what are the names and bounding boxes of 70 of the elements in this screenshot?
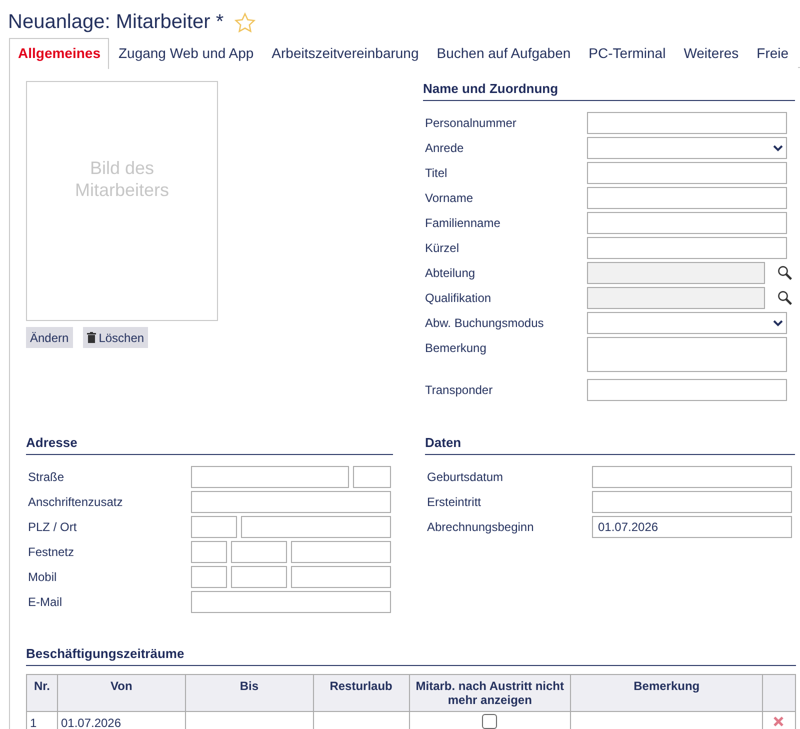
area-code-field[interactable] — [231, 541, 287, 563]
field-label: Anschriftenzusatz — [27, 494, 124, 509]
field-label: Personalnummer — [424, 115, 518, 130]
phone-number-field[interactable] — [291, 566, 391, 588]
field-label: Straße — [27, 469, 66, 484]
field-label: Transponder — [424, 382, 494, 397]
lookup-field[interactable] — [587, 262, 765, 284]
select-field[interactable] — [587, 137, 787, 159]
text-field[interactable] — [587, 237, 787, 259]
field-label: Qualifikation — [424, 290, 492, 305]
field-label: Abteilung — [424, 265, 476, 280]
trash-icon — [86, 332, 96, 343]
text-field[interactable] — [592, 466, 792, 488]
placeholder-text: Bild des Mitarbeiters — [74, 157, 170, 202]
field-label: E-Mail — [27, 594, 64, 609]
table-cell: 1 — [26, 712, 58, 729]
section-heading: Beschäftigungszeiträume — [26, 646, 796, 666]
column-header: Von — [57, 674, 186, 712]
text-field[interactable] — [587, 112, 787, 134]
area-code-field[interactable] — [231, 566, 287, 588]
column-header: Bemerkung — [570, 674, 762, 712]
lookup-field[interactable] — [587, 287, 765, 309]
street-field[interactable] — [191, 466, 349, 488]
field-label: Anrede — [424, 140, 465, 155]
field-label: Ersteintritt — [426, 494, 482, 509]
delete-button[interactable]: Löschen — [82, 327, 148, 348]
field-label: Abw. Buchungsmodus — [424, 315, 545, 330]
text-field[interactable] — [587, 187, 787, 209]
country-code-field[interactable] — [191, 566, 227, 588]
delete-icon[interactable] — [773, 716, 784, 727]
checkbox[interactable] — [482, 714, 498, 729]
postcode-field[interactable] — [191, 516, 237, 538]
select-field[interactable] — [587, 312, 787, 334]
column-header: Bis — [185, 674, 314, 712]
text-field[interactable] — [592, 491, 792, 513]
textarea-field[interactable] — [587, 337, 787, 372]
city-field[interactable] — [241, 516, 391, 538]
field-label: Familienname — [424, 215, 502, 230]
field-label: Festnetz — [27, 544, 76, 559]
tab[interactable]: Allgemeines — [9, 38, 110, 69]
field-label: Abrechnungsbeginn — [426, 519, 535, 534]
page-title: Neuanlage: Mitarbeiter * — [8, 11, 224, 34]
field-label: Titel — [424, 165, 448, 180]
section-heading: Daten — [425, 435, 795, 455]
text-field[interactable] — [191, 491, 391, 513]
chevron-down-icon — [773, 144, 783, 152]
section-heading: Name und Zuordnung — [423, 81, 795, 101]
field-label: Kürzel — [424, 240, 460, 255]
house-number-field[interactable] — [353, 466, 391, 488]
field-label: Bemerkung — [424, 340, 488, 355]
column-header: Nr. — [26, 674, 58, 712]
section-heading: Adresse — [26, 435, 393, 455]
field-label: Mobil — [27, 569, 58, 584]
search-icon[interactable] — [777, 290, 793, 306]
chevron-down-icon — [773, 320, 783, 326]
phone-number-field[interactable] — [291, 541, 391, 563]
favorite-star-icon[interactable] — [234, 12, 256, 34]
field-label: Geburtsdatum — [426, 469, 504, 484]
text-field[interactable] — [587, 212, 787, 234]
search-icon[interactable] — [777, 265, 793, 281]
change-button[interactable]: Ändern — [26, 327, 73, 348]
column-header: Mitarb. nach Austritt nicht mehr anzeigen — [409, 674, 571, 712]
field-label: PLZ / Ort — [27, 519, 78, 534]
field-label: Vorname — [424, 190, 474, 205]
text-field[interactable] — [587, 162, 787, 184]
text-field[interactable] — [587, 379, 787, 401]
text-field[interactable]: 01.07.2026 — [592, 516, 792, 538]
text-field[interactable] — [191, 591, 391, 613]
column-header: Resturlaub — [313, 674, 410, 712]
country-code-field[interactable] — [191, 541, 227, 563]
